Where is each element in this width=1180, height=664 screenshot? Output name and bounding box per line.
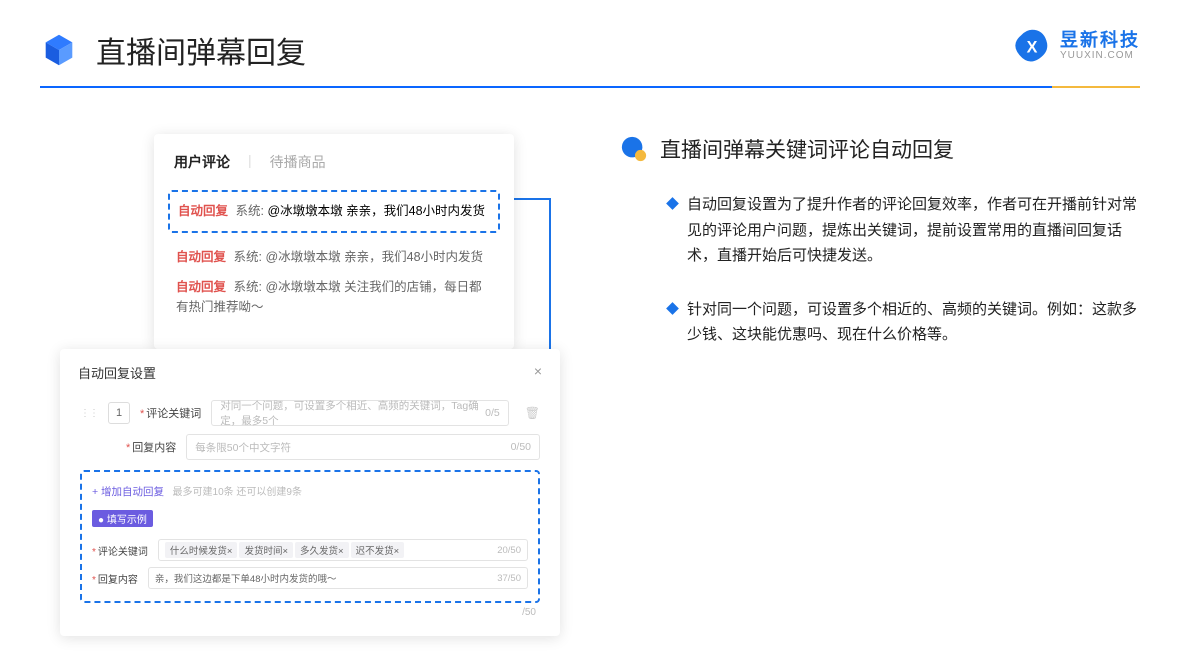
tab-user-comments[interactable]: 用户评论 <box>174 152 230 172</box>
comment-row: 自动回复 系统: @冰墩墩本墩 关注我们的店铺，每日都有热门推荐呦～ <box>154 273 514 323</box>
bullet-text: 自动回复设置为了提升作者的评论回复效率，作者可在开播前针对常见的评论用户问题，提… <box>687 192 1140 269</box>
ex-content-label: *回复内容 <box>92 571 138 586</box>
keyword-placeholder: 对同一个问题，可设置多个相近、高频的关键词，Tag确定，最多5个 <box>220 398 485 428</box>
system-label: 系统: <box>234 280 262 294</box>
keyword-tag[interactable]: 什么时候发货× <box>165 542 238 558</box>
keyword-tag[interactable]: 迟不发货× <box>351 542 405 558</box>
add-auto-reply-link[interactable]: + 增加自动回复 <box>92 486 164 498</box>
highlighted-comment: 自动回复 系统: @冰墩墩本墩 亲亲，我们48小时内发货 <box>168 190 500 233</box>
comment-row: 自动回复 系统: @冰墩墩本墩 亲亲，我们48小时内发货 <box>154 243 514 273</box>
close-icon[interactable]: × <box>534 363 542 382</box>
outer-counter: /50 <box>74 603 546 618</box>
logo-en: YUUXIN.COM <box>1060 50 1140 61</box>
logo-icon: X <box>1014 28 1050 64</box>
auto-reply-tag: 自动回复 <box>176 250 226 264</box>
auto-reply-tag: 自动回复 <box>176 280 226 294</box>
page-title: 直播间弹幕回复 <box>96 28 306 72</box>
keyword-counter: 0/5 <box>485 407 500 419</box>
keyword-label: *评论关键词 <box>140 405 201 421</box>
comment-text: @冰墩墩本墩 亲亲，我们48小时内发货 <box>267 204 485 218</box>
ex-keyword-input[interactable]: 什么时候发货× 发货时间× 多久发货× 迟不发货× 20/50 <box>158 539 528 561</box>
diamond-icon <box>666 197 679 210</box>
ex-content-value: 亲，我们这边都是下单48小时内发货的哦～ <box>155 571 337 585</box>
tab-pending-goods[interactable]: 待播商品 <box>270 152 326 172</box>
cube-icon <box>40 31 78 69</box>
bullet-item: 自动回复设置为了提升作者的评论回复效率，作者可在开播前针对常见的评论用户问题，提… <box>620 192 1140 269</box>
feature-title: 直播间弹幕关键词评论自动回复 <box>660 134 954 164</box>
ex-keyword-counter: 20/50 <box>497 545 521 556</box>
content-counter: 0/50 <box>511 441 531 453</box>
content-input[interactable]: 每条限50个中文字符 0/50 <box>186 434 540 460</box>
keyword-input[interactable]: 对同一个问题，可设置多个相近、高频的关键词，Tag确定，最多5个 0/5 <box>211 400 508 426</box>
comments-card: 用户评论 | 待播商品 自动回复 系统: @冰墩墩本墩 亲亲，我们48小时内发货… <box>154 134 514 349</box>
brand-logo: X 昱新科技 YUUXIN.COM <box>1014 28 1140 64</box>
svg-text:X: X <box>1027 38 1038 56</box>
content-placeholder: 每条限50个中文字符 <box>195 440 291 455</box>
content-label: *回复内容 <box>126 439 176 455</box>
logo-cn: 昱新科技 <box>1060 31 1140 51</box>
bullet-text: 针对同一个问题，可设置多个相近的、高频的关键词。例如：这款多少钱、这块能优惠吗、… <box>687 297 1140 348</box>
index-box: 1 <box>108 402 130 424</box>
tab-separator: | <box>248 152 252 172</box>
settings-card: 自动回复设置 × ⋮⋮ 1 *评论关键词 对同一个问题，可设置多个相近、高频的关… <box>60 349 560 636</box>
chat-bubble-icon <box>620 135 648 163</box>
system-label: 系统: <box>236 204 264 218</box>
keyword-tag[interactable]: 多久发货× <box>295 542 349 558</box>
comment-text: @冰墩墩本墩 亲亲，我们48小时内发货 <box>265 250 483 264</box>
drag-handle-icon[interactable]: ⋮⋮ <box>80 408 98 419</box>
add-hint: 最多可建10条 还可以创建9条 <box>173 487 302 498</box>
bullet-item: 针对同一个问题，可设置多个相近的、高频的关键词。例如：这款多少钱、这块能优惠吗、… <box>620 297 1140 348</box>
example-box: + 增加自动回复 最多可建10条 还可以创建9条 ● 填写示例 *评论关键词 什… <box>80 470 540 603</box>
ex-content-counter: 37/50 <box>497 573 521 584</box>
ex-content-input[interactable]: 亲，我们这边都是下单48小时内发货的哦～ 37/50 <box>148 567 528 589</box>
example-badge: ● 填写示例 <box>92 510 153 527</box>
settings-title: 自动回复设置 <box>78 363 156 382</box>
delete-icon[interactable]: 🗑 <box>525 406 540 420</box>
ex-keyword-label: *评论关键词 <box>92 543 148 558</box>
diamond-icon <box>666 302 679 315</box>
system-label: 系统: <box>234 250 262 264</box>
auto-reply-tag: 自动回复 <box>178 204 228 218</box>
keyword-tag[interactable]: 发货时间× <box>239 542 293 558</box>
